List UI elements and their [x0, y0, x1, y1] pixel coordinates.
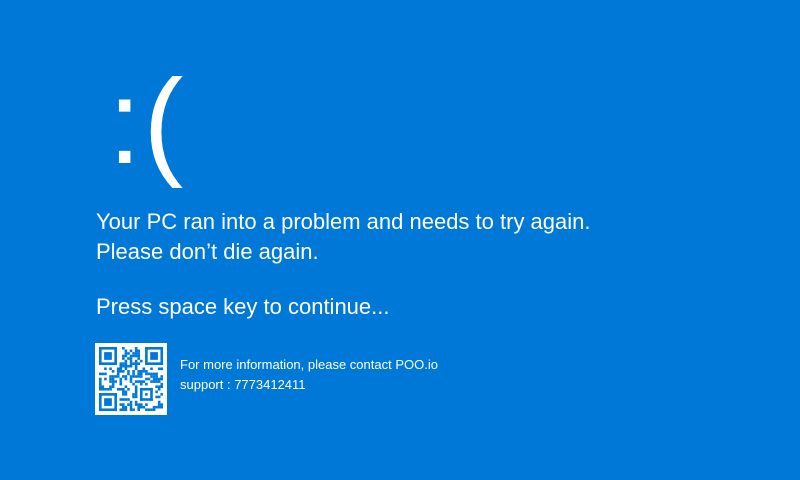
support-info: For more information, please contact POO… [180, 355, 438, 395]
blue-screen: :( Your PC ran into a problem and needs … [0, 0, 800, 480]
error-message: Your PC ran into a problem and needs to … [96, 207, 591, 267]
qr-code-icon [95, 343, 167, 415]
sad-face-emoticon: :( [108, 55, 186, 189]
error-message-line-2: Please don’t die again. [96, 239, 319, 264]
support-phone-text: support : 7773412411 [180, 377, 306, 392]
error-message-line-1: Your PC ran into a problem and needs to … [96, 209, 591, 234]
contact-info-text: For more information, please contact POO… [180, 357, 438, 372]
continue-prompt: Press space key to continue... [96, 294, 390, 319]
